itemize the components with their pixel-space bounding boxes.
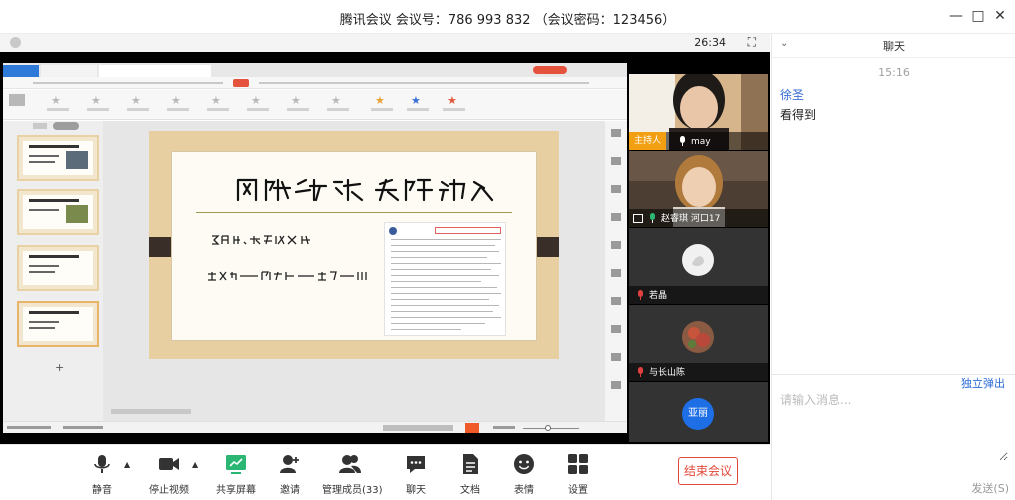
slide-thumbnails: +	[3, 121, 103, 421]
wps-menu-items	[33, 82, 223, 84]
meeting-timer: 26:34	[694, 36, 726, 49]
mic-muted-icon	[637, 367, 643, 377]
wps-doc-tab	[41, 65, 97, 77]
chat-bubble-icon	[407, 456, 425, 473]
wps-workspace: +	[3, 121, 627, 421]
participant-tile[interactable]: 赵睿琪 河口17	[629, 151, 768, 227]
minimize-icon[interactable]: —	[948, 8, 964, 24]
chat-button[interactable]: 聊天	[396, 449, 436, 497]
participant-tile[interactable]: 亚丽	[629, 382, 768, 442]
send-button[interactable]: 发送(S)	[971, 480, 1009, 496]
members-icon	[339, 455, 361, 473]
wps-active-tab	[99, 65, 211, 77]
participant-name: 若晶	[649, 291, 668, 301]
smiley-icon	[514, 454, 534, 474]
add-slide-icon: +	[55, 361, 65, 374]
current-slide	[149, 131, 559, 359]
remove-animation-icon: ★	[443, 94, 465, 116]
animation-icon: ★	[327, 94, 349, 116]
manage-members-button[interactable]: 管理成员(33)	[322, 449, 383, 497]
screen-share-icon	[633, 214, 643, 223]
participant-name: 赵睿琪 河口17	[661, 214, 721, 224]
animation-icon: ★	[87, 94, 109, 116]
custom-animation-icon: ★	[371, 94, 393, 116]
title-bar: 腾讯会议 会议号：786 993 832 （会议密码：123456） — □ ✕	[0, 0, 1015, 34]
wps-active-menu	[233, 79, 249, 87]
chat-header: ⌄ 聊天	[772, 34, 1015, 58]
outline-tab	[33, 123, 47, 129]
wps-login-badge	[533, 66, 567, 74]
message-text: 看得到	[780, 108, 817, 122]
participant-tile[interactable]: 与长山陈	[629, 305, 768, 381]
animation-icon: ★	[287, 94, 309, 116]
message-timestamp: 15:16	[878, 66, 910, 79]
audio-options-caret-icon[interactable]: ▲	[124, 460, 130, 469]
apps-grid-icon	[568, 454, 588, 474]
participant-tile-host[interactable]: 主持人 may	[629, 74, 768, 150]
animation-icon: ★	[207, 94, 229, 116]
slide-line-1-art	[212, 235, 310, 245]
mic-muted-icon	[637, 290, 643, 300]
docs-button[interactable]: 文档	[450, 449, 490, 497]
share-screen-button[interactable]: 共享屏幕	[214, 449, 258, 497]
play-slideshow-icon	[465, 423, 479, 433]
participant-name: may	[691, 137, 711, 147]
mic-on-icon	[679, 136, 685, 146]
document-icon	[463, 454, 478, 474]
share-header-bar: 26:34 ⛶	[0, 34, 770, 52]
animation-icon: ★	[247, 94, 269, 116]
slide-line-2-art	[208, 271, 367, 281]
slides-tab	[53, 122, 79, 130]
shared-screen: ★ ★ ★ ★ ★ ★ ★ ★ ★ ★ ★ +	[3, 63, 627, 433]
avatar	[682, 244, 714, 276]
maximize-icon[interactable]: □	[970, 8, 986, 24]
slide-thumbnail	[17, 135, 99, 181]
mic-on-icon	[649, 213, 655, 223]
chat-panel: ⌄ 聊天 15:16 徐圣 看得到 独立弹出 发送(S)	[771, 34, 1015, 500]
avatar	[682, 321, 714, 353]
mute-button[interactable]: 静音	[82, 449, 122, 497]
participant-name: 与长山陈	[649, 368, 686, 378]
chat-message-input[interactable]	[780, 391, 1008, 461]
wps-right-toolbar	[605, 121, 627, 421]
slide-title-art	[236, 178, 494, 202]
slide-thumbnail	[17, 245, 99, 291]
settings-button[interactable]: 设置	[558, 449, 598, 497]
fullscreen-icon[interactable]: ⛶	[748, 35, 756, 50]
wps-ribbon: ★ ★ ★ ★ ★ ★ ★ ★ ★ ★ ★	[3, 90, 627, 120]
participant-tile[interactable]: 若晶	[629, 228, 768, 304]
avatar: 亚丽	[682, 398, 714, 430]
slide-thumbnail-selected	[17, 301, 99, 347]
microphone-icon	[94, 455, 110, 473]
video-camera-icon	[159, 458, 179, 470]
animation-icon: ★	[47, 94, 69, 116]
slide-document-image	[384, 222, 506, 336]
end-meeting-button[interactable]: 结束会议	[678, 457, 738, 485]
animation-icon: ★	[127, 94, 149, 116]
message-sender: 徐圣	[780, 88, 805, 102]
host-badge: 主持人	[629, 132, 667, 150]
wps-preview-icon	[9, 94, 25, 106]
wps-menu-bar	[3, 77, 627, 89]
invite-button[interactable]: 邀请	[270, 449, 310, 497]
wps-status-bar	[3, 421, 627, 433]
stop-video-button[interactable]: 停止视频	[146, 449, 192, 497]
wps-menu-items-2	[259, 82, 589, 84]
smart-animation-icon: ★	[407, 94, 429, 116]
add-user-icon	[280, 455, 299, 473]
pin-icon[interactable]	[10, 37, 21, 48]
animation-icon: ★	[167, 94, 189, 116]
video-options-caret-icon[interactable]: ▲	[192, 460, 198, 469]
window-title: 腾讯会议 会议号：786 993 832 （会议密码：123456）	[339, 13, 676, 28]
close-icon[interactable]: ✕	[992, 8, 1008, 24]
meeting-toolbar: 静音 ▲ 停止视频 ▲ 共享屏幕 邀请 管理成员(33) 聊天 文档 表情 设置…	[0, 444, 770, 500]
chat-title: 聊天	[883, 40, 905, 53]
popout-chat-link[interactable]: 独立弹出	[961, 375, 1005, 391]
wps-tab-strip	[3, 63, 627, 77]
share-screen-icon	[226, 455, 246, 474]
notes-bar	[111, 409, 191, 414]
reactions-button[interactable]: 表情	[504, 449, 544, 497]
slide-thumbnail	[17, 189, 99, 235]
wps-home-tab	[3, 65, 39, 77]
